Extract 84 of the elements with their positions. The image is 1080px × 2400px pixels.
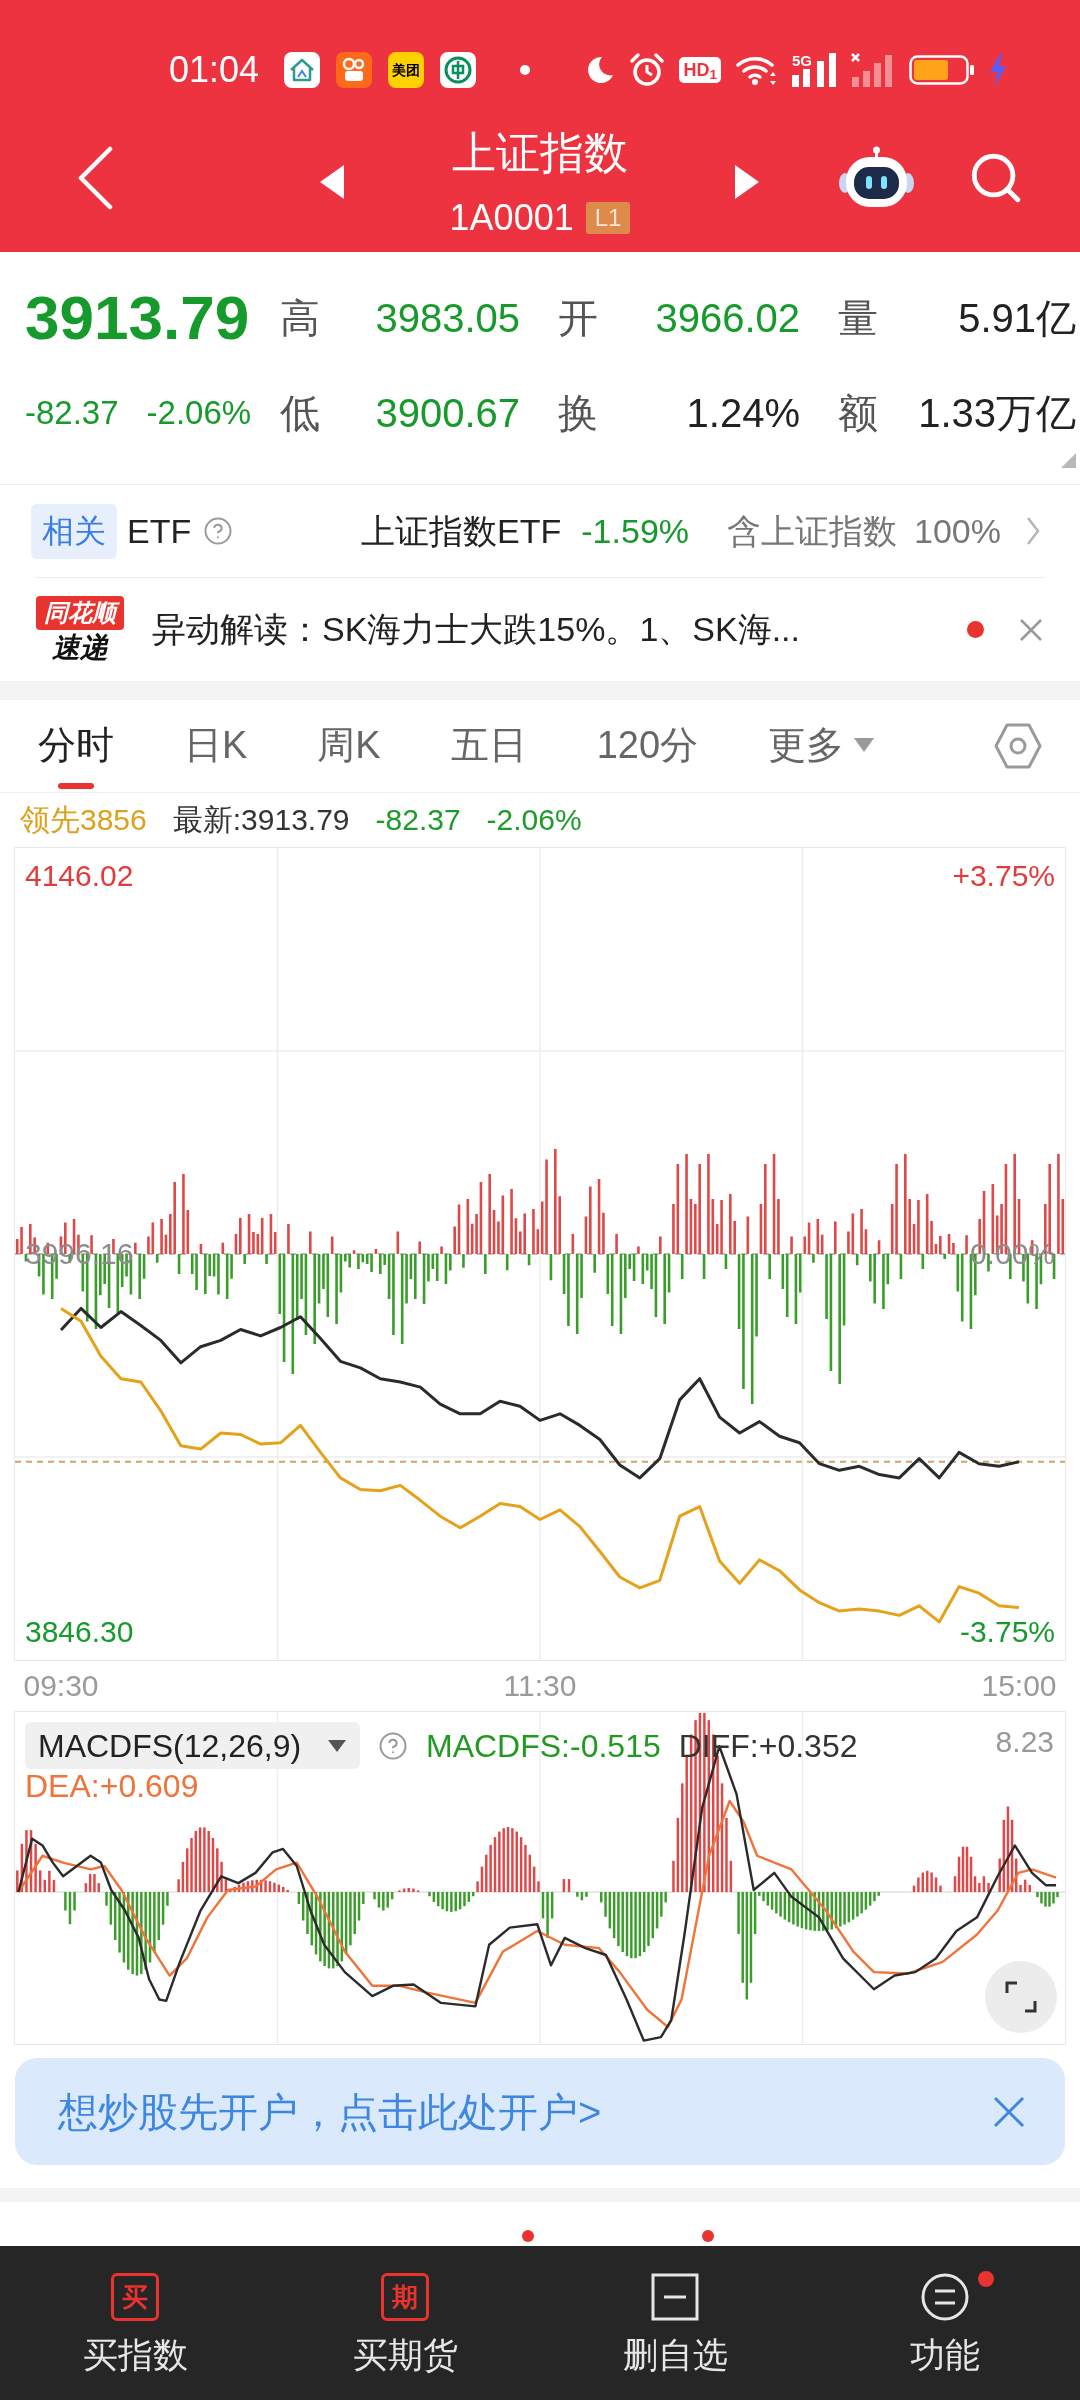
chart-tab[interactable]: 120分: [596, 700, 699, 792]
fund-name[interactable]: 上证指数ETF: [361, 505, 562, 557]
holding-percent: 100%: [914, 510, 1001, 552]
robot-icon[interactable]: [838, 146, 915, 210]
stat-label: 高: [279, 295, 321, 342]
stat-value: 1.33万亿: [917, 390, 1076, 437]
chart-tab[interactable]: 五日: [450, 700, 527, 792]
alarm-clock-icon: [629, 52, 666, 88]
price-axis-label: 4146.02: [25, 857, 134, 894]
wifi-icon: [735, 54, 778, 86]
close-icon[interactable]: [993, 2095, 1025, 2128]
expand-icon: [1005, 1981, 1037, 2013]
indicator-dropdown[interactable]: MACDFS(12,26,9): [25, 1722, 360, 1769]
app-tile-label: 美团: [388, 52, 425, 88]
legend-text: 领先3856: [20, 802, 147, 838]
price-change: -82.37: [25, 393, 119, 433]
house-app-icon: [284, 52, 321, 88]
nav-item[interactable]: 删自选: [540, 2246, 810, 2400]
settings-icon[interactable]: [993, 721, 1043, 771]
chart-tab[interactable]: 日K: [184, 700, 248, 792]
coin-app-icon: [440, 52, 477, 88]
help-icon[interactable]: [203, 516, 234, 546]
percent-axis-label: -3.75%: [959, 1614, 1055, 1650]
stat-value: 3900.67: [374, 390, 520, 437]
stat-value: 1.24%: [685, 390, 800, 437]
legend-text: 最新:3913.79: [172, 802, 350, 838]
index-title: 上证指数: [452, 127, 628, 179]
chart-tab[interactable]: 分时: [38, 700, 114, 792]
battery-icon: [909, 55, 975, 85]
index-code: 1A0001: [449, 198, 574, 238]
price-axis-label: 3846.30: [25, 1614, 134, 1650]
caret-down-icon: [854, 738, 875, 752]
level-tag: L1: [585, 202, 631, 234]
close-icon[interactable]: [1019, 617, 1043, 642]
logo-caption: 速递: [52, 631, 108, 664]
percent-axis-label: +3.75%: [952, 857, 1055, 894]
time-axis-label: 09:30: [23, 1668, 99, 1704]
fund-change: -1.59%: [581, 510, 690, 552]
logo-banner: 同花顺: [36, 595, 124, 630]
chevron-right-icon[interactable]: [1026, 516, 1040, 546]
stat-label: 低: [279, 390, 321, 437]
chart-tab[interactable]: 更多: [768, 700, 875, 792]
stat-label: 量: [837, 295, 879, 342]
stat-value: 3966.02: [654, 295, 800, 342]
help-icon[interactable]: [378, 1730, 408, 1761]
char-icon-tile: 买: [111, 2273, 159, 2321]
caret-down-icon: [328, 1739, 346, 1752]
indicator-reading: MACDFS:-0.515: [426, 1728, 661, 1763]
stat-value: 5.91亿: [957, 295, 1076, 342]
menu-circle-icon: [921, 2273, 969, 2321]
nav-item[interactable]: 买 买指数: [0, 2246, 270, 2400]
last-price: 3913.79: [25, 283, 251, 353]
right-triangle-icon[interactable]: [735, 165, 759, 199]
back-icon[interactable]: [76, 146, 114, 210]
percent-change: -2.06%: [146, 393, 252, 433]
related-chip: 相关: [31, 503, 117, 559]
stat-label: 额: [837, 390, 879, 437]
legend-text: -82.37: [375, 802, 461, 838]
holding-label: 含上证指数: [727, 510, 898, 552]
corner-triangle-icon[interactable]: [1061, 453, 1076, 468]
clock-time: 01:04: [169, 50, 260, 90]
indicator-reading: DEA:+0.609: [25, 1769, 199, 1803]
network-type-label: 5G: [792, 53, 813, 69]
scale-label: 8.23: [995, 1724, 1054, 1760]
signal-bars-icon: [817, 53, 837, 87]
legend-text: -2.06%: [486, 802, 582, 838]
time-axis-label: 11:30: [503, 1668, 577, 1704]
video-app-icon: [336, 52, 373, 88]
char-icon-tile: 期: [381, 2273, 429, 2321]
news-headline[interactable]: 异动解读：SK海力士大跌15%。1、SK海...: [152, 604, 800, 655]
left-triangle-icon[interactable]: [320, 165, 344, 199]
nav-item[interactable]: 期 买期货: [270, 2246, 540, 2400]
etf-label: ETF: [127, 510, 192, 552]
minus-square-icon: [651, 2273, 699, 2321]
charging-bolt-icon: [989, 54, 1007, 86]
moon-icon: [585, 55, 616, 85]
stat-value: 3983.05: [374, 295, 520, 342]
time-axis-label: 15:00: [981, 1668, 1057, 1704]
no-signal-icon: [851, 53, 895, 87]
nav-item[interactable]: 功能: [810, 2246, 1080, 2400]
stat-label: 开: [557, 295, 599, 342]
chart-tab[interactable]: 周K: [317, 700, 381, 792]
hd-badge: HD$_{1}$: [679, 57, 721, 83]
stat-label: 换: [557, 390, 599, 437]
